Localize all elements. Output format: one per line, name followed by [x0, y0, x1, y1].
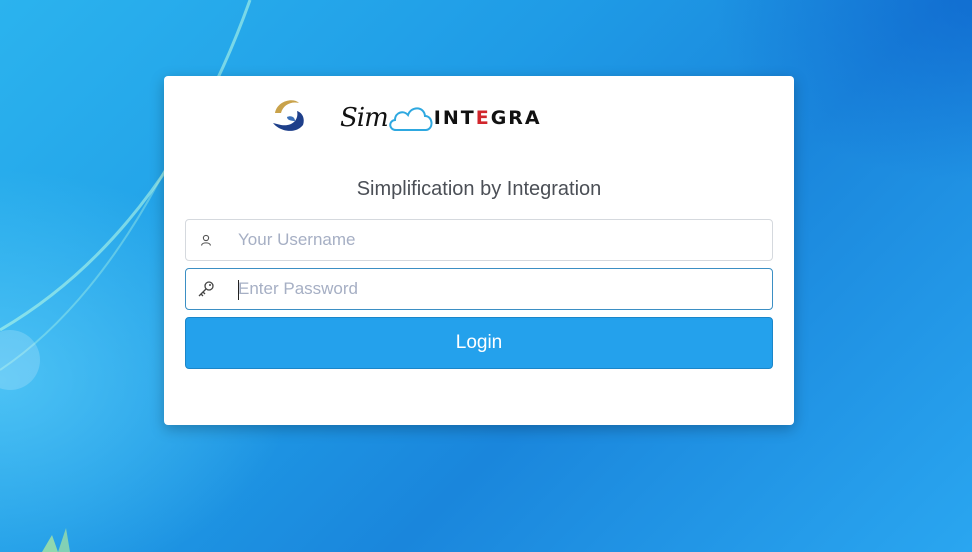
text-caret: [238, 280, 239, 300]
key-icon: [186, 279, 226, 299]
brand-sim-text: Sim: [340, 103, 389, 133]
brand-integra-text: INTEGRA: [433, 107, 542, 129]
password-field[interactable]: [185, 268, 773, 310]
login-card: Sim INTEGRA Simplification by Integratio…: [164, 76, 794, 425]
cloud-icon: [389, 107, 433, 131]
password-input[interactable]: [226, 269, 772, 309]
tagline: Simplification by Integration: [356, 178, 602, 200]
company-logo-mark: [273, 100, 304, 131]
login-button[interactable]: Login: [185, 317, 773, 369]
username-field[interactable]: [185, 219, 773, 261]
brand-logo: Sim INTEGRA: [340, 98, 542, 138]
user-icon: [186, 233, 226, 247]
username-input[interactable]: [226, 220, 772, 260]
